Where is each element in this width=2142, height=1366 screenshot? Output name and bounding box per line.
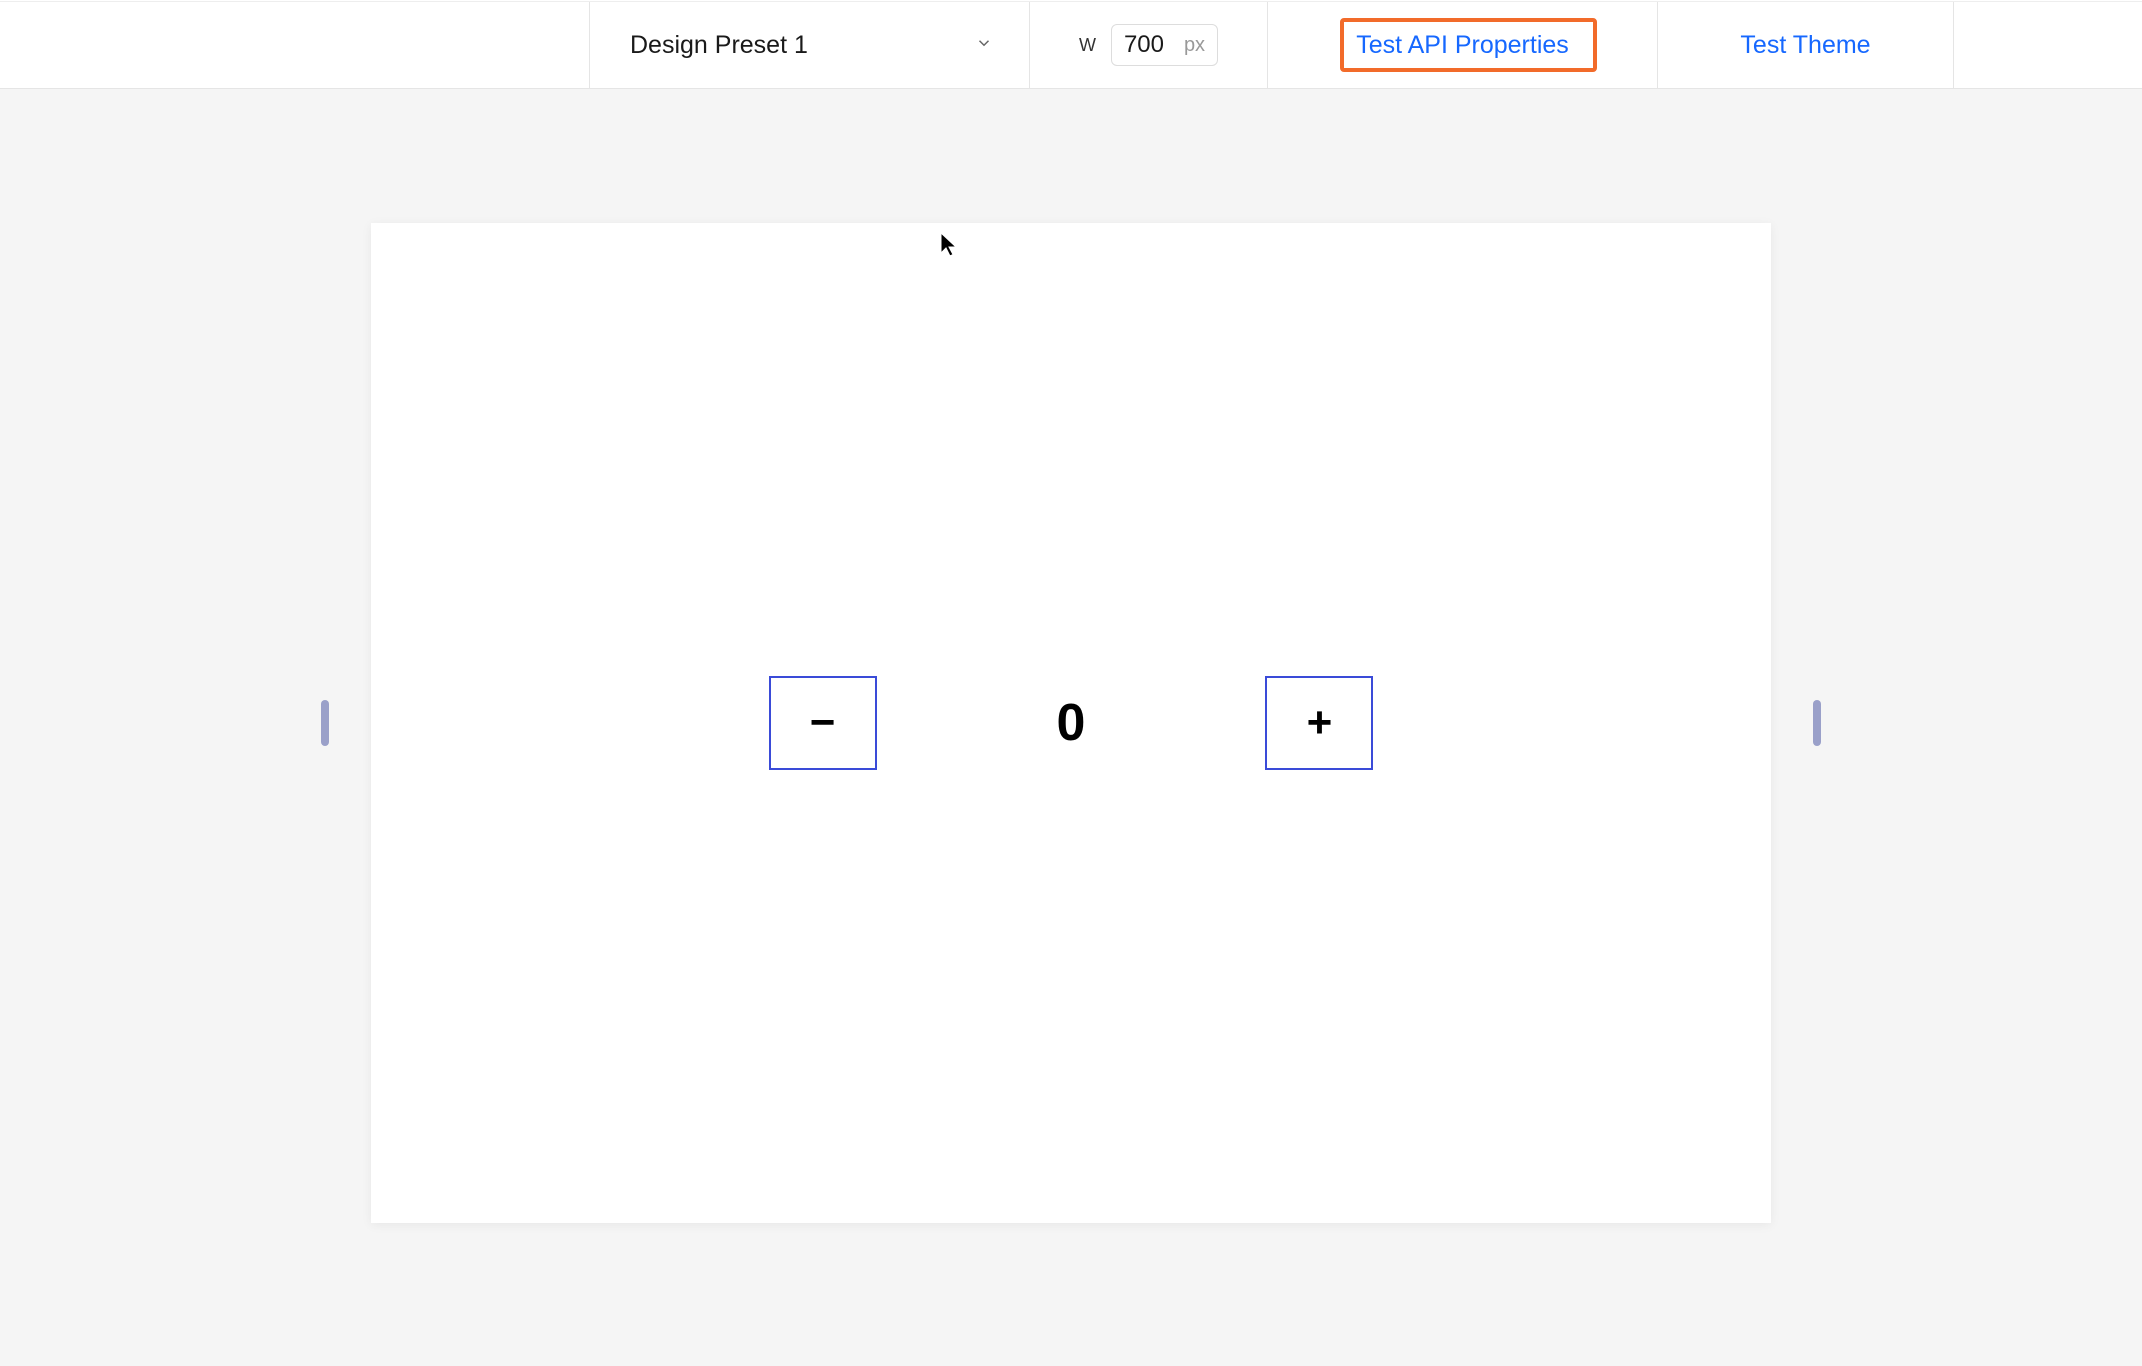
resize-handle-left[interactable] (321, 700, 329, 746)
width-label: W (1079, 35, 1097, 56)
width-unit: px (1184, 34, 1205, 57)
design-preset-dropdown[interactable]: Design Preset 1 (590, 2, 1030, 88)
test-api-properties-label: Test API Properties (1356, 31, 1569, 60)
test-theme-label: Test Theme (1740, 31, 1870, 60)
canvas-area: − 0 + (0, 89, 2142, 1366)
width-control: W px (1030, 2, 1268, 88)
resize-handle-right[interactable] (1813, 700, 1821, 746)
counter-widget: − 0 + (769, 676, 1374, 770)
test-api-properties-button[interactable]: Test API Properties (1268, 2, 1658, 88)
counter-value: 0 (1057, 693, 1086, 753)
design-canvas[interactable]: − 0 + (371, 223, 1771, 1223)
chevron-down-icon (975, 34, 993, 57)
increment-button[interactable]: + (1265, 676, 1373, 770)
decrement-button[interactable]: − (769, 676, 877, 770)
design-preset-label: Design Preset 1 (630, 31, 808, 60)
width-input[interactable] (1124, 31, 1174, 59)
toolbar: Design Preset 1 W px Test API Properties… (0, 2, 2142, 89)
toolbar-left-space (0, 2, 590, 88)
test-theme-button[interactable]: Test Theme (1658, 2, 1954, 88)
width-input-wrapper: px (1111, 24, 1218, 66)
